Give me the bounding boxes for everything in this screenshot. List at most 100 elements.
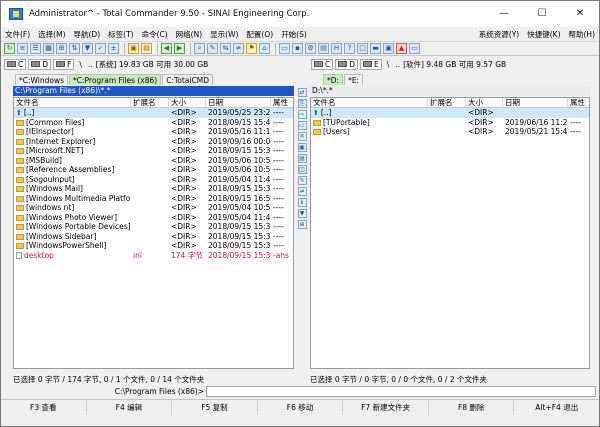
column-ext-header[interactable]: 扩展名 xyxy=(428,98,466,107)
calculator-icon[interactable]: ▤ xyxy=(318,43,329,54)
file-row[interactable]: [MSBuild] <DIR> 2019/05/06 10:50 ---- xyxy=(14,156,293,166)
tab-e[interactable]: *E: xyxy=(344,74,364,85)
tab-c-windows[interactable]: *C:Windows xyxy=(15,74,68,85)
f7-new-folder-button[interactable]: F7 新建文件夹 xyxy=(343,400,429,415)
ftp-icon[interactable]: ⚑ xyxy=(246,43,257,54)
menu-select[interactable]: 选择(M) xyxy=(34,29,69,40)
help-icon[interactable]: ? xyxy=(344,43,355,54)
terminal-icon[interactable]: ▣ xyxy=(383,43,394,54)
file-row[interactable]: [WindowsPowerShell] <DIR> 2018/09/15 15:33… xyxy=(14,241,293,251)
root-button[interactable]: \ xyxy=(387,60,390,69)
hex-icon[interactable]: H xyxy=(331,43,342,54)
menu-help[interactable]: 帮助(H) xyxy=(565,29,600,40)
f5-copy-button[interactable]: F5 复制 xyxy=(172,400,258,415)
column-size-header[interactable]: 大小 xyxy=(466,98,503,107)
brief-view-icon[interactable]: ≡ xyxy=(17,43,28,54)
left-path-bar[interactable]: C:\Program Files (x86)\*.* xyxy=(13,86,294,96)
file-row[interactable]: [SogouInput] <DIR> 2019/05/04 11:44 ---- xyxy=(14,175,293,185)
menu-file[interactable]: 文件(F) xyxy=(1,29,34,40)
file-row[interactable]: [Common Files] <DIR> 2018/09/15 15:42 ---- xyxy=(14,118,293,128)
right-path-bar[interactable]: D:\*.* xyxy=(310,86,590,96)
menu-config[interactable]: 配置(O) xyxy=(242,29,277,40)
column-size-header[interactable]: 大小 xyxy=(169,98,206,107)
alt-f4-exit-button[interactable]: Alt+F4 退出 xyxy=(514,400,599,415)
menu-tabs[interactable]: 标签(T) xyxy=(104,29,137,40)
forward-icon[interactable]: ▶ xyxy=(174,43,185,54)
sync-icon[interactable]: ⇆ xyxy=(220,43,231,54)
menu-navigate[interactable]: 导航(D) xyxy=(70,29,105,40)
file-row[interactable]: [Windows Mail] <DIR> 2018/09/15 15:33 ---- xyxy=(14,184,293,194)
thumbnail-view-icon[interactable]: ▦ xyxy=(43,43,54,54)
column-name-header[interactable]: 文件名 xyxy=(14,98,131,107)
close-button[interactable]: ✕ xyxy=(561,1,599,27)
view-icon[interactable]: ◫ xyxy=(297,165,307,174)
column-ext-header[interactable]: 扩展名 xyxy=(131,98,169,107)
file-row[interactable]: [TUPortable] <DIR> 2019/06/16 11:28 ---- xyxy=(311,118,589,128)
sort-icon[interactable]: ⇅ xyxy=(69,43,80,54)
column-attr-header[interactable]: 属性 xyxy=(271,98,293,107)
file-row[interactable]: [Users] <DIR> 2019/05/21 15:47 ---- xyxy=(311,127,589,137)
filter-icon[interactable]: ▼ xyxy=(297,209,307,218)
right-drive-e-button[interactable]: E xyxy=(360,58,382,70)
left-drive-f-button[interactable]: F xyxy=(53,58,75,70)
cmd-icon[interactable]: ▪ xyxy=(292,43,303,54)
f3-view-button[interactable]: F3 查看 xyxy=(1,400,87,415)
search-icon[interactable]: ⌕ xyxy=(194,43,205,54)
menu-shortcuts[interactable]: 快捷键(K) xyxy=(523,29,564,40)
column-name-header[interactable]: 文件名 xyxy=(311,98,428,107)
select-all-icon[interactable]: ✓ xyxy=(95,43,106,54)
file-row[interactable]: [Internet Explorer] <DIR> 2019/09/16 00:04… xyxy=(14,137,293,147)
screen-icon[interactable]: ▭ xyxy=(409,43,420,54)
right-drive-d-button[interactable]: D xyxy=(335,58,359,70)
parent-button[interactable]: .. xyxy=(395,60,400,69)
tab-d[interactable]: *D: xyxy=(323,74,344,85)
filter-icon[interactable]: ▼ xyxy=(82,43,93,54)
file-row[interactable]: ⬆ [..] <DIR> xyxy=(311,108,589,118)
copy-icon[interactable]: ⎘ xyxy=(297,99,307,108)
file-row[interactable]: [windows nt] <DIR> 2019/05/04 10:50 ---- xyxy=(14,203,293,213)
file-row[interactable]: [Microsoft.NET] <DIR> 2018/09/15 15:33 ---- xyxy=(14,146,293,156)
monitor-icon[interactable]: ▬ xyxy=(370,43,381,54)
delete-icon[interactable]: ✕ xyxy=(297,132,307,141)
menu-network[interactable]: 网络(N) xyxy=(172,29,206,40)
edit-icon[interactable]: ✎ xyxy=(297,176,307,185)
tree-view-icon[interactable]: ⊞ xyxy=(56,43,67,54)
file-row[interactable]: [Windows Multimedia Platform] <DIR> 2018/0… xyxy=(14,194,293,204)
target-icon[interactable]: ⊕ xyxy=(297,220,307,229)
f4-edit-button[interactable]: F4 编辑 xyxy=(87,400,173,415)
file-row[interactable]: desktop ini 174 字节 2018/09/15 15:31 -ahs xyxy=(14,251,293,261)
column-date-header[interactable]: 日期 xyxy=(503,98,568,107)
file-row[interactable]: [Reference Assemblies] <DIR> 2019/05/06 10… xyxy=(14,165,293,175)
menu-system[interactable]: 系统资源(Y) xyxy=(475,29,523,40)
swap-panels-icon[interactable]: ⇄ xyxy=(297,88,307,97)
compare-icon[interactable]: ≠ xyxy=(297,187,307,196)
file-row[interactable]: [Windows Portable Devices] <DIR> 2018/09/1… xyxy=(14,222,293,232)
invert-selection-icon[interactable]: ± xyxy=(108,43,119,54)
unpack-icon[interactable]: ▤ xyxy=(297,154,307,163)
file-row[interactable]: ⬆ [..] <DIR> 2019/05/25 23:26 ---- xyxy=(14,108,293,118)
move-icon[interactable]: ⇨ xyxy=(297,110,307,119)
rename-icon[interactable]: ✎ xyxy=(207,43,218,54)
menu-commands[interactable]: 命令(C) xyxy=(138,29,172,40)
file-row[interactable]: [Windows Sidebar] <DIR> 2018/09/15 15:33 --… xyxy=(14,232,293,242)
tab-c-program-files[interactable]: *C:Program Files (x86) xyxy=(69,74,162,85)
window-icon[interactable]: □ xyxy=(357,43,368,54)
properties-icon[interactable]: ℹ xyxy=(297,198,307,207)
file-row[interactable]: [IEInspector] <DIR> 2019/05/16 11:12 ---- xyxy=(14,127,293,137)
pack-icon[interactable]: ▣ xyxy=(128,43,139,54)
red-tool-icon[interactable]: ▲ xyxy=(396,43,407,54)
maximize-button[interactable]: ☐ xyxy=(523,1,561,27)
back-icon[interactable]: ◀ xyxy=(161,43,172,54)
settings-icon[interactable]: ⚙ xyxy=(305,43,316,54)
command-input[interactable] xyxy=(206,386,596,397)
unpack-icon[interactable]: ▤ xyxy=(141,43,152,54)
menu-show[interactable]: 显示(W) xyxy=(206,29,242,40)
f6-move-button[interactable]: F6 移动 xyxy=(258,400,344,415)
refresh-icon[interactable]: ↻ xyxy=(4,43,15,54)
root-button[interactable]: \ xyxy=(79,60,82,69)
network-icon[interactable]: ⌂ xyxy=(259,43,270,54)
menu-start[interactable]: 开始(S) xyxy=(277,29,311,40)
left-drive-d-button[interactable]: D xyxy=(28,58,52,70)
parent-button[interactable]: .. xyxy=(88,60,93,69)
new-folder-icon[interactable]: ▭ xyxy=(297,121,307,130)
